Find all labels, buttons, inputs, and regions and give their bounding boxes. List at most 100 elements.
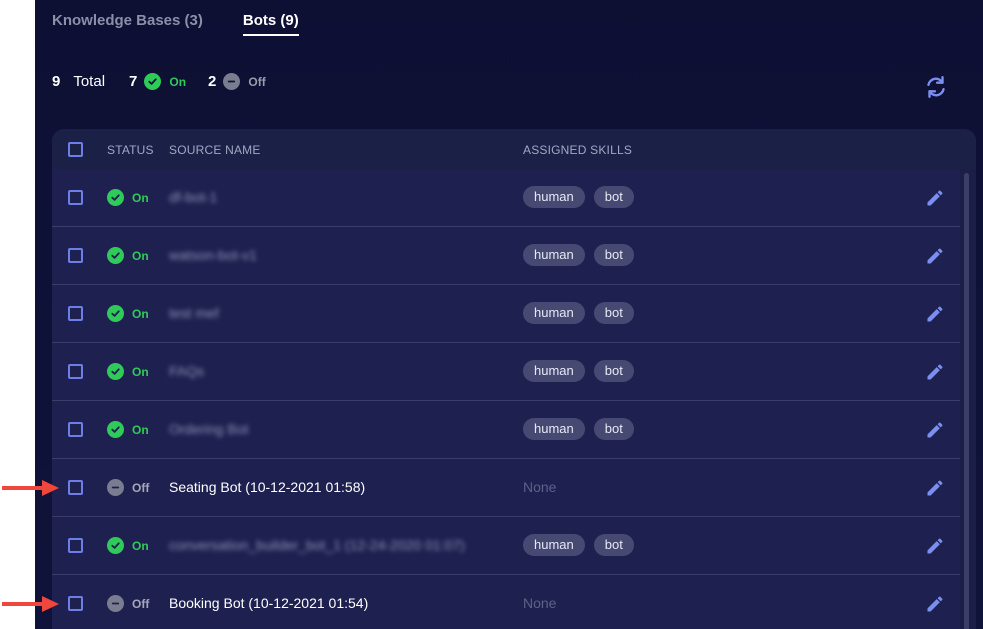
refresh-icon[interactable] — [923, 74, 949, 100]
source-name: Seating Bot (10-12-2021 01:58) — [169, 479, 366, 495]
table-row[interactable]: On conversation_builder_bot_1 (12-24-2020… — [52, 517, 960, 575]
table-row[interactable]: Off Booking Bot (10-12-2021 01:54) None — [52, 575, 960, 629]
skill-chip: bot — [593, 534, 634, 556]
bots-panel: Knowledge Bases (3) Bots (9) 9 Total 7 O… — [35, 0, 983, 629]
pencil-icon[interactable] — [925, 304, 945, 324]
pencil-icon[interactable] — [925, 420, 945, 440]
source-name: Booking Bot (10-12-2021 01:54) — [169, 595, 369, 611]
status-label: On — [132, 248, 149, 263]
tab-bar: Knowledge Bases (3) Bots (9) — [52, 0, 299, 40]
table-row[interactable]: On watson-bot-v1 human bot — [52, 227, 960, 285]
status-label: Off — [132, 596, 150, 611]
check-circle-icon — [107, 189, 124, 206]
assigned-skills: human bot — [523, 360, 634, 382]
skill-chip: human — [523, 534, 585, 556]
assigned-skills: human bot — [523, 244, 634, 266]
row-checkbox[interactable] — [68, 596, 83, 611]
status-badge: On — [107, 363, 149, 380]
status-badge: Off — [107, 595, 149, 612]
total-label: Total — [73, 73, 106, 90]
row-checkbox[interactable] — [68, 306, 83, 321]
row-checkbox[interactable] — [68, 538, 83, 553]
skill-chip: bot — [593, 244, 634, 266]
pencil-icon[interactable] — [925, 246, 945, 266]
source-name: df-bot-1 — [169, 189, 218, 205]
skill-chip: bot — [593, 418, 634, 440]
total-count: 9 — [52, 73, 61, 90]
check-circle-icon — [107, 537, 124, 554]
source-name: test mef — [169, 305, 219, 321]
status-badge: On — [107, 421, 149, 438]
status-badge: On — [107, 537, 149, 554]
annotation-arrow-icon — [2, 480, 59, 496]
status-label: Off — [132, 480, 150, 495]
skills-empty-text: None — [523, 479, 557, 495]
check-circle-icon — [107, 363, 124, 380]
skill-chip: human — [523, 418, 585, 440]
table-row[interactable]: On FAQs human bot — [52, 343, 960, 401]
source-name: Ordering Bot — [169, 421, 249, 437]
status-label: On — [132, 364, 149, 379]
status-badge: Off — [107, 479, 149, 496]
assigned-skills: human bot — [523, 302, 634, 324]
select-all-checkbox[interactable] — [68, 142, 83, 157]
status-badge: On — [107, 247, 149, 264]
table-header: STATUS SOURCE NAME ASSIGNED SKILLS — [52, 129, 976, 169]
header-assigned-skills[interactable]: ASSIGNED SKILLS — [523, 143, 632, 157]
status-label: On — [132, 422, 149, 437]
scrollbar[interactable] — [964, 173, 969, 629]
status-badge: On — [107, 189, 149, 206]
skills-empty-text: None — [523, 595, 557, 611]
on-summary: 7 On — [129, 73, 186, 90]
off-count: 2 — [208, 73, 217, 90]
assigned-skills: human bot — [523, 418, 634, 440]
skill-chip: human — [523, 302, 585, 324]
status-label: On — [132, 306, 149, 321]
pencil-icon[interactable] — [925, 188, 945, 208]
row-checkbox[interactable] — [68, 364, 83, 379]
source-name: conversation_builder_bot_1 (12-24-2020 0… — [169, 537, 465, 553]
row-checkbox[interactable] — [68, 422, 83, 437]
table-row[interactable]: On test mef human bot — [52, 285, 960, 343]
off-summary: 2 Off — [208, 73, 266, 90]
table-row[interactable]: On Ordering Bot human bot — [52, 401, 960, 459]
skill-chip: bot — [593, 186, 634, 208]
minus-circle-icon — [107, 595, 124, 612]
status-label: On — [132, 538, 149, 553]
check-circle-icon — [107, 305, 124, 322]
skill-chip: bot — [593, 360, 634, 382]
table-row[interactable]: On df-bot-1 human bot — [52, 169, 960, 227]
tab-bots[interactable]: Bots (9) — [242, 0, 299, 36]
skill-chip: human — [523, 360, 585, 382]
row-checkbox[interactable] — [68, 190, 83, 205]
bots-table: STATUS SOURCE NAME ASSIGNED SKILLS On df-… — [52, 129, 976, 629]
assigned-skills: human bot — [523, 534, 634, 556]
table-row[interactable]: Off Seating Bot (10-12-2021 01:58) None — [52, 459, 960, 517]
pencil-icon[interactable] — [925, 478, 945, 498]
row-checkbox[interactable] — [68, 248, 83, 263]
header-source-name[interactable]: SOURCE NAME — [169, 143, 261, 157]
pencil-icon[interactable] — [925, 594, 945, 614]
status-label: On — [132, 190, 149, 205]
assigned-skills: human bot — [523, 186, 634, 208]
off-label: Off — [248, 74, 266, 89]
on-count: 7 — [129, 73, 138, 90]
row-checkbox[interactable] — [68, 480, 83, 495]
minus-circle-icon — [107, 479, 124, 496]
pencil-icon[interactable] — [925, 362, 945, 382]
status-badge: On — [107, 305, 149, 322]
check-circle-icon — [144, 73, 162, 90]
check-circle-icon — [107, 421, 124, 438]
check-circle-icon — [107, 247, 124, 264]
minus-circle-icon — [223, 73, 241, 90]
tab-knowledge-bases[interactable]: Knowledge Bases (3) — [52, 0, 203, 36]
skill-chip: human — [523, 186, 585, 208]
skill-chip: bot — [593, 302, 634, 324]
on-label: On — [169, 74, 187, 89]
source-name: FAQs — [169, 363, 205, 379]
source-name: watson-bot-v1 — [169, 247, 257, 263]
bots-summary: 9 Total 7 On 2 Off — [52, 73, 288, 90]
annotation-arrow-icon — [2, 596, 59, 612]
header-status[interactable]: STATUS — [107, 143, 154, 157]
pencil-icon[interactable] — [925, 536, 945, 556]
